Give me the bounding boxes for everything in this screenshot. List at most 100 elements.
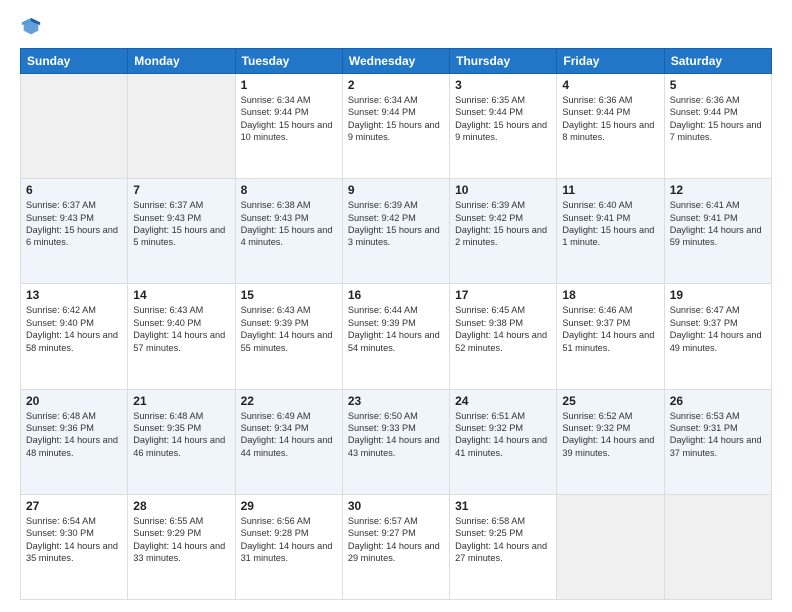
calendar-cell: 22 Sunrise: 6:49 AMSunset: 9:34 PMDayligh… xyxy=(235,389,342,494)
cell-text: Sunrise: 6:43 AMSunset: 9:39 PMDaylight:… xyxy=(241,304,337,354)
calendar-cell: 20 Sunrise: 6:48 AMSunset: 9:36 PMDayligh… xyxy=(21,389,128,494)
logo-icon xyxy=(20,16,42,38)
calendar-cell: 11 Sunrise: 6:40 AMSunset: 9:41 PMDayligh… xyxy=(557,179,664,284)
day-number: 11 xyxy=(562,183,658,197)
day-number: 10 xyxy=(455,183,551,197)
calendar-cell: 18Sunrise: 6:46 AMSunset: 9:37 PMDayligh… xyxy=(557,284,664,389)
logo xyxy=(20,16,44,40)
cell-text: Sunrise: 6:42 AMSunset: 9:40 PMDaylight:… xyxy=(26,304,122,354)
cell-text: Sunrise: 6:52 AMSunset: 9:32 PMDaylight:… xyxy=(562,410,658,460)
calendar-cell: 15 Sunrise: 6:43 AMSunset: 9:39 PMDayligh… xyxy=(235,284,342,389)
weekday-header: Monday xyxy=(128,49,235,74)
calendar-cell: 9 Sunrise: 6:39 AMSunset: 9:42 PMDaylight… xyxy=(342,179,449,284)
cell-text: Sunrise: 6:53 AMSunset: 9:31 PMDaylight:… xyxy=(670,410,766,460)
calendar-cell: 19 Sunrise: 6:47 AMSunset: 9:37 PMDayligh… xyxy=(664,284,771,389)
weekday-header: Sunday xyxy=(21,49,128,74)
cell-text: Sunrise: 6:49 AMSunset: 9:34 PMDaylight:… xyxy=(241,410,337,460)
cell-text: Sunrise: 6:40 AMSunset: 9:41 PMDaylight:… xyxy=(562,199,658,249)
cell-text: Sunrise: 6:47 AMSunset: 9:37 PMDaylight:… xyxy=(670,304,766,354)
calendar-week-row: 27 Sunrise: 6:54 AMSunset: 9:30 PMDayligh… xyxy=(21,494,772,599)
day-number: 1 xyxy=(241,78,337,92)
calendar-cell: 7 Sunrise: 6:37 AMSunset: 9:43 PMDaylight… xyxy=(128,179,235,284)
cell-text: Sunrise: 6:56 AMSunset: 9:28 PMDaylight:… xyxy=(241,515,337,565)
calendar-cell: 25 Sunrise: 6:52 AMSunset: 9:32 PMDayligh… xyxy=(557,389,664,494)
day-number: 22 xyxy=(241,394,337,408)
cell-text: Sunrise: 6:51 AMSunset: 9:32 PMDaylight:… xyxy=(455,410,551,460)
weekday-header: Tuesday xyxy=(235,49,342,74)
calendar-cell: 8Sunrise: 6:38 AMSunset: 9:43 PMDaylight… xyxy=(235,179,342,284)
calendar-cell: 28Sunrise: 6:55 AMSunset: 9:29 PMDayligh… xyxy=(128,494,235,599)
day-number: 29 xyxy=(241,499,337,513)
day-number: 21 xyxy=(133,394,229,408)
day-number: 30 xyxy=(348,499,444,513)
cell-text: Sunrise: 6:45 AMSunset: 9:38 PMDaylight:… xyxy=(455,304,551,354)
cell-text: Sunrise: 6:34 AMSunset: 9:44 PMDaylight:… xyxy=(348,94,444,144)
day-number: 2 xyxy=(348,78,444,92)
calendar-week-row: 20 Sunrise: 6:48 AMSunset: 9:36 PMDayligh… xyxy=(21,389,772,494)
day-number: 5 xyxy=(670,78,766,92)
cell-text: Sunrise: 6:54 AMSunset: 9:30 PMDaylight:… xyxy=(26,515,122,565)
day-number: 31 xyxy=(455,499,551,513)
calendar-cell xyxy=(128,74,235,179)
calendar-cell: 29 Sunrise: 6:56 AMSunset: 9:28 PMDayligh… xyxy=(235,494,342,599)
day-number: 6 xyxy=(26,183,122,197)
calendar-header-row: SundayMondayTuesdayWednesdayThursdayFrid… xyxy=(21,49,772,74)
calendar-week-row: 1 Sunrise: 6:34 AMSunset: 9:44 PMDaylight… xyxy=(21,74,772,179)
calendar-table: SundayMondayTuesdayWednesdayThursdayFrid… xyxy=(20,48,772,600)
cell-text: Sunrise: 6:58 AMSunset: 9:25 PMDaylight:… xyxy=(455,515,551,565)
calendar-week-row: 6 Sunrise: 6:37 AMSunset: 9:43 PMDaylight… xyxy=(21,179,772,284)
calendar-cell: 16 Sunrise: 6:44 AMSunset: 9:39 PMDayligh… xyxy=(342,284,449,389)
calendar-cell: 17 Sunrise: 6:45 AMSunset: 9:38 PMDayligh… xyxy=(450,284,557,389)
calendar-cell: 23 Sunrise: 6:50 AMSunset: 9:33 PMDayligh… xyxy=(342,389,449,494)
cell-text: Sunrise: 6:36 AMSunset: 9:44 PMDaylight:… xyxy=(670,94,766,144)
calendar-cell: 12 Sunrise: 6:41 AMSunset: 9:41 PMDayligh… xyxy=(664,179,771,284)
day-number: 23 xyxy=(348,394,444,408)
calendar-cell: 3 Sunrise: 6:35 AMSunset: 9:44 PMDaylight… xyxy=(450,74,557,179)
day-number: 17 xyxy=(455,288,551,302)
day-number: 3 xyxy=(455,78,551,92)
calendar-cell: 14 Sunrise: 6:43 AMSunset: 9:40 PMDayligh… xyxy=(128,284,235,389)
weekday-header: Saturday xyxy=(664,49,771,74)
day-number: 13 xyxy=(26,288,122,302)
calendar-cell: 6 Sunrise: 6:37 AMSunset: 9:43 PMDaylight… xyxy=(21,179,128,284)
day-number: 8 xyxy=(241,183,337,197)
day-number: 16 xyxy=(348,288,444,302)
calendar-cell: 30Sunrise: 6:57 AMSunset: 9:27 PMDayligh… xyxy=(342,494,449,599)
calendar-cell: 27 Sunrise: 6:54 AMSunset: 9:30 PMDayligh… xyxy=(21,494,128,599)
cell-text: Sunrise: 6:50 AMSunset: 9:33 PMDaylight:… xyxy=(348,410,444,460)
day-number: 25 xyxy=(562,394,658,408)
page: SundayMondayTuesdayWednesdayThursdayFrid… xyxy=(0,0,792,612)
day-number: 27 xyxy=(26,499,122,513)
cell-text: Sunrise: 6:35 AMSunset: 9:44 PMDaylight:… xyxy=(455,94,551,144)
calendar-week-row: 13 Sunrise: 6:42 AMSunset: 9:40 PMDayligh… xyxy=(21,284,772,389)
day-number: 14 xyxy=(133,288,229,302)
calendar-cell: 10Sunrise: 6:39 AMSunset: 9:42 PMDayligh… xyxy=(450,179,557,284)
calendar-cell: 21 Sunrise: 6:48 AMSunset: 9:35 PMDayligh… xyxy=(128,389,235,494)
cell-text: Sunrise: 6:48 AMSunset: 9:35 PMDaylight:… xyxy=(133,410,229,460)
cell-text: Sunrise: 6:41 AMSunset: 9:41 PMDaylight:… xyxy=(670,199,766,249)
calendar-cell xyxy=(21,74,128,179)
calendar-cell: 31 Sunrise: 6:58 AMSunset: 9:25 PMDayligh… xyxy=(450,494,557,599)
cell-text: Sunrise: 6:37 AMSunset: 9:43 PMDaylight:… xyxy=(26,199,122,249)
cell-text: Sunrise: 6:34 AMSunset: 9:44 PMDaylight:… xyxy=(241,94,337,144)
day-number: 7 xyxy=(133,183,229,197)
day-number: 19 xyxy=(670,288,766,302)
day-number: 9 xyxy=(348,183,444,197)
header xyxy=(20,16,772,40)
cell-text: Sunrise: 6:37 AMSunset: 9:43 PMDaylight:… xyxy=(133,199,229,249)
day-number: 24 xyxy=(455,394,551,408)
cell-text: Sunrise: 6:36 AMSunset: 9:44 PMDaylight:… xyxy=(562,94,658,144)
calendar-cell: 13 Sunrise: 6:42 AMSunset: 9:40 PMDayligh… xyxy=(21,284,128,389)
weekday-header: Thursday xyxy=(450,49,557,74)
cell-text: Sunrise: 6:44 AMSunset: 9:39 PMDaylight:… xyxy=(348,304,444,354)
cell-text: Sunrise: 6:43 AMSunset: 9:40 PMDaylight:… xyxy=(133,304,229,354)
day-number: 12 xyxy=(670,183,766,197)
day-number: 20 xyxy=(26,394,122,408)
cell-text: Sunrise: 6:48 AMSunset: 9:36 PMDaylight:… xyxy=(26,410,122,460)
day-number: 15 xyxy=(241,288,337,302)
weekday-header: Friday xyxy=(557,49,664,74)
cell-text: Sunrise: 6:39 AMSunset: 9:42 PMDaylight:… xyxy=(348,199,444,249)
calendar-cell: 26 Sunrise: 6:53 AMSunset: 9:31 PMDayligh… xyxy=(664,389,771,494)
calendar-cell: 1 Sunrise: 6:34 AMSunset: 9:44 PMDaylight… xyxy=(235,74,342,179)
day-number: 26 xyxy=(670,394,766,408)
